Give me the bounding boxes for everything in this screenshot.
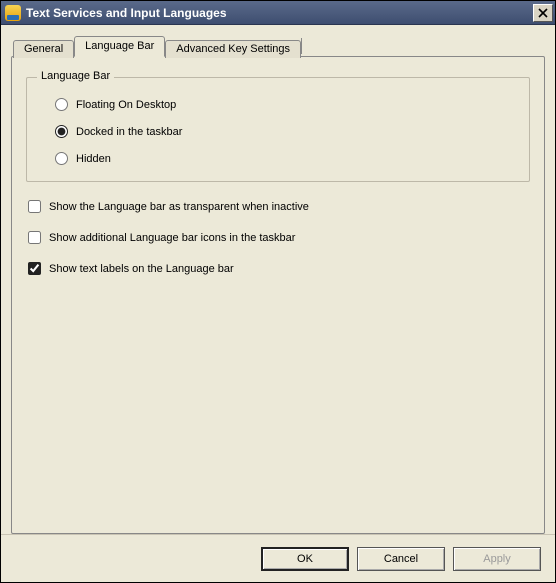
tab-general[interactable]: General bbox=[13, 40, 74, 58]
radio-floating[interactable] bbox=[55, 98, 68, 111]
cancel-button[interactable]: Cancel bbox=[357, 547, 445, 571]
check-transparent-label: Show the Language bar as transparent whe… bbox=[49, 201, 309, 213]
titlebar: Text Services and Input Languages bbox=[1, 1, 555, 25]
radio-hidden[interactable] bbox=[55, 152, 68, 165]
radio-docked-label: Docked in the taskbar bbox=[76, 126, 182, 138]
tab-advanced-key-settings[interactable]: Advanced Key Settings bbox=[165, 40, 301, 58]
tab-divider bbox=[301, 38, 302, 54]
radio-hidden-row[interactable]: Hidden bbox=[55, 152, 515, 165]
close-icon bbox=[538, 8, 548, 18]
group-legend: Language Bar bbox=[37, 70, 114, 82]
client-area: General Language Bar Advanced Key Settin… bbox=[1, 25, 555, 534]
radio-floating-label: Floating On Desktop bbox=[76, 99, 176, 111]
check-text-labels-label: Show text labels on the Language bar bbox=[49, 263, 234, 275]
check-text-labels-row[interactable]: Show text labels on the Language bar bbox=[28, 262, 530, 275]
check-transparent[interactable] bbox=[28, 200, 41, 213]
dialog-window: Text Services and Input Languages Genera… bbox=[0, 0, 556, 583]
check-text-labels[interactable] bbox=[28, 262, 41, 275]
check-extra-icons-label: Show additional Language bar icons in th… bbox=[49, 232, 295, 244]
radio-docked-row[interactable]: Docked in the taskbar bbox=[55, 125, 515, 138]
check-extra-icons-row[interactable]: Show additional Language bar icons in th… bbox=[28, 231, 530, 244]
tab-language-bar[interactable]: Language Bar bbox=[74, 36, 165, 57]
ok-button[interactable]: OK bbox=[261, 547, 349, 571]
tab-panel: Language Bar Floating On Desktop Docked … bbox=[11, 56, 545, 534]
apply-button[interactable]: Apply bbox=[453, 547, 541, 571]
tab-strip: General Language Bar Advanced Key Settin… bbox=[11, 35, 545, 56]
language-bar-group: Language Bar Floating On Desktop Docked … bbox=[26, 77, 530, 182]
radio-docked[interactable] bbox=[55, 125, 68, 138]
window-title: Text Services and Input Languages bbox=[26, 6, 533, 20]
check-transparent-row[interactable]: Show the Language bar as transparent whe… bbox=[28, 200, 530, 213]
close-button[interactable] bbox=[533, 4, 553, 22]
radio-hidden-label: Hidden bbox=[76, 153, 111, 165]
button-row: OK Cancel Apply bbox=[1, 534, 555, 582]
app-icon bbox=[5, 5, 21, 21]
check-extra-icons[interactable] bbox=[28, 231, 41, 244]
radio-floating-row[interactable]: Floating On Desktop bbox=[55, 98, 515, 111]
